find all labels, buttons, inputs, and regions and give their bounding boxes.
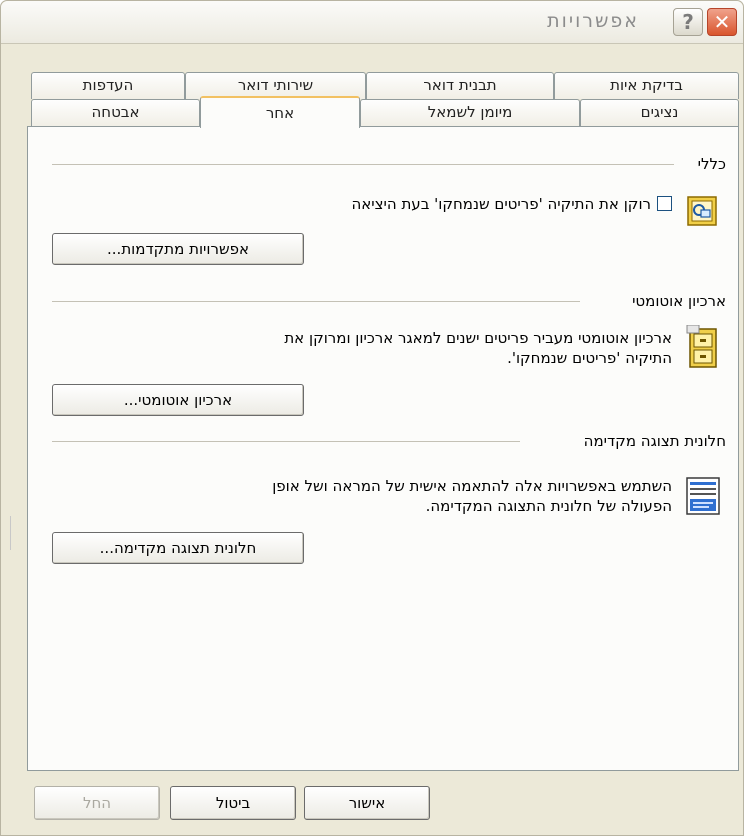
tab-mail-format[interactable]: תבנית דואר xyxy=(366,72,554,99)
autoarchive-button[interactable]: ארכיון אוטומטי... xyxy=(52,384,304,416)
filing-cabinet-icon xyxy=(686,325,717,368)
tab-sort-left[interactable]: מיומן לשמאל xyxy=(360,99,580,126)
preview-description-line1: השתמש באפשרויות אלה להתאמה אישית של המרא… xyxy=(272,477,672,495)
autoarchive-description-line2: התיקיה 'פריטים שנמחקו'. xyxy=(507,349,672,367)
help-icon: ? xyxy=(682,10,694,34)
tab-preferences[interactable]: העדפות xyxy=(31,72,185,99)
empty-deleted-checkbox-row[interactable]: רוקן את התיקיה 'פריטים שנמחקו' בעת היציא… xyxy=(351,195,672,213)
preview-description-line2: הפעולה של חלונית התצוגה המקדימה. xyxy=(425,497,672,515)
tab-panel-other: כללי רוקן את התיקיה 'פריטים שנמחקו' בעת … xyxy=(27,126,739,771)
close-icon: ✕ xyxy=(713,10,731,34)
tab-spelling[interactable]: בדיקת איות xyxy=(554,72,739,99)
ok-button[interactable]: אישור xyxy=(304,786,430,820)
tab-other[interactable]: אחר xyxy=(200,96,360,128)
tab-security[interactable]: אבטחה xyxy=(31,99,200,126)
help-button[interactable]: ? xyxy=(673,8,703,36)
section-divider xyxy=(52,441,520,442)
outlook-options-icon xyxy=(687,196,717,226)
section-title-preview: חלונית תצוגה מקדימה xyxy=(577,432,726,450)
tab-mail-services[interactable]: שירותי דואר xyxy=(185,72,366,99)
close-button[interactable]: ✕ xyxy=(707,8,737,36)
section-title-autoarchive: ארכיון אוטומטי xyxy=(626,292,726,310)
preview-pane-button[interactable]: חלונית תצוגה מקדימה... xyxy=(52,532,304,564)
window-title: אפשרויות xyxy=(547,10,639,32)
empty-deleted-label: רוקן את התיקיה 'פריטים שנמחקו' בעת היציא… xyxy=(351,195,651,213)
apply-button[interactable]: החל xyxy=(34,786,160,820)
frame-edge xyxy=(10,516,11,550)
section-title-general: כללי xyxy=(691,155,726,173)
section-divider xyxy=(52,164,674,165)
autoarchive-description-line1: ארכיון אוטומטי מעביר פריטים ישנים למאגר … xyxy=(284,329,672,347)
tab-delegates[interactable]: נציגים xyxy=(580,99,739,126)
preview-pane-icon xyxy=(686,477,720,515)
empty-deleted-checkbox[interactable] xyxy=(657,196,672,211)
autoarchive-description: ארכיון אוטומטי מעביר פריטים ישנים למאגר … xyxy=(112,328,672,368)
options-dialog: אפשרויות ? ✕ בדיקת איות תבנית דואר שירות… xyxy=(0,0,744,836)
preview-description: השתמש באפשרויות אלה להתאמה אישית של המרא… xyxy=(112,476,672,516)
advanced-options-button[interactable]: אפשרויות מתקדמות... xyxy=(52,233,304,265)
section-divider xyxy=(52,301,580,302)
title-bar: אפשרויות ? ✕ xyxy=(1,1,743,44)
cancel-button[interactable]: ביטול xyxy=(170,786,296,820)
